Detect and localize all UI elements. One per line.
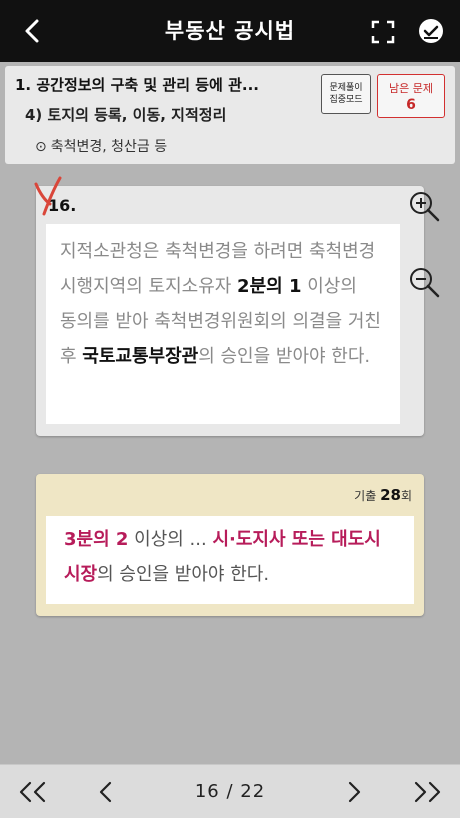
question-card: 16. 지적소관청은 축척변경을 하려면 축척변경 시행지역의 토지소유자 2분… — [36, 186, 424, 436]
breadcrumb-topic: ⊙ 축척변경, 청산금 등 — [35, 136, 167, 156]
answer-card: 기출 28회 3분의 2 이상의 ... 시·도지사 또는 대도시 시장의 승인… — [36, 474, 424, 616]
question-text-part: 의 승인을 받아야 한다. — [198, 346, 371, 367]
remaining-questions-badge: 남은 문제 6 — [377, 74, 445, 118]
double-chevron-left-icon — [19, 781, 46, 803]
breadcrumb-section: 4) 토지의 등록, 이동, 지적정리 — [25, 106, 227, 124]
zoom-in-icon[interactable] — [408, 190, 440, 222]
page-indicator: 16 / 22 — [170, 765, 290, 818]
fullscreen-button[interactable] — [366, 16, 400, 48]
fullscreen-icon — [371, 20, 395, 44]
zoom-out-icon[interactable] — [408, 266, 440, 298]
complete-button[interactable] — [414, 14, 448, 48]
focus-mode-button[interactable]: 문제풀이 집중모드 — [321, 74, 371, 114]
page-separator: / — [219, 781, 241, 802]
remaining-label: 남은 문제 — [389, 82, 433, 95]
topic-label: 축척변경, 청산금 등 — [50, 139, 168, 155]
exam-round-tag: 기출 28회 — [354, 486, 412, 504]
back-button[interactable] — [12, 13, 52, 49]
total-pages: 22 — [240, 781, 266, 802]
previous-page-button[interactable] — [86, 765, 126, 818]
answer-text-part: 의 승인을 받아야 한다. — [97, 564, 270, 585]
double-chevron-right-icon — [414, 781, 441, 803]
chevron-left-icon — [99, 781, 112, 803]
last-page-button[interactable] — [406, 765, 446, 818]
exam-suffix: 회 — [400, 489, 412, 503]
focus-mode-label-1: 문제풀이 — [329, 83, 363, 93]
question-text: 지적소관청은 축척변경을 하려면 축척변경 시행지역의 토지소유자 2분의 1 … — [46, 224, 400, 424]
first-page-button[interactable] — [14, 765, 54, 818]
exam-prefix: 기출 — [354, 489, 381, 503]
next-page-button[interactable] — [334, 765, 374, 818]
chevron-left-icon — [25, 19, 39, 43]
pagination-bar: 16 / 22 — [0, 764, 460, 818]
check-circle-icon — [419, 19, 443, 43]
focus-mode-label-2: 집중모드 — [329, 95, 363, 105]
breadcrumb-chapter: 1. 공간정보의 구축 및 관리 등에 관... — [15, 76, 259, 94]
page-title: 부동산 공시법 — [164, 19, 296, 43]
current-page: 16 — [194, 781, 220, 802]
answer-text-part: 이상의 ... — [128, 529, 213, 550]
exam-number: 28 — [380, 486, 401, 504]
top-bar: 부동산 공시법 — [0, 0, 460, 62]
target-icon: ⊙ — [35, 139, 47, 155]
chapter-panel: 1. 공간정보의 구축 및 관리 등에 관... 4) 토지의 등록, 이동, … — [5, 66, 455, 164]
question-keyword: 2분의 1 — [237, 276, 302, 297]
question-keyword: 국토교통부장관 — [82, 346, 199, 367]
answer-keyword: 3분의 2 — [64, 529, 129, 550]
chevron-right-icon — [348, 781, 361, 803]
answer-text: 3분의 2 이상의 ... 시·도지사 또는 대도시 시장의 승인을 받아야 한… — [46, 516, 414, 604]
remaining-count: 6 — [406, 97, 416, 113]
wrong-mark-icon — [34, 176, 62, 216]
